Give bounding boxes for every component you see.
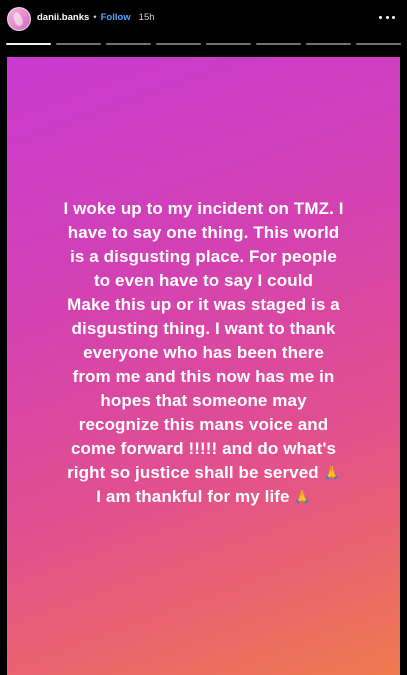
story-line: I am thankful for my life <box>96 487 290 506</box>
progress-segment <box>206 43 251 45</box>
username[interactable]: danii.banks <box>37 12 89 23</box>
more-icon[interactable] <box>379 11 395 23</box>
progress-segment <box>156 43 201 45</box>
separator-dot: • <box>93 12 97 23</box>
story-meta: danii.banks • Follow 15h <box>37 12 155 23</box>
story-line: come forward !!!!! and do what's <box>70 439 337 458</box>
story-viewer: danii.banks • Follow 15h I woke up to my… <box>0 0 407 675</box>
progress-segment <box>306 43 351 45</box>
story-progress <box>6 43 401 46</box>
folded-hands-icon: 🙏 <box>294 489 311 504</box>
avatar[interactable] <box>7 7 31 31</box>
progress-segment <box>356 43 401 45</box>
story-line: to even have to say I could <box>93 271 314 290</box>
progress-segment <box>56 43 101 45</box>
progress-segment <box>6 43 51 45</box>
progress-segment <box>106 43 151 45</box>
folded-hands-icon: 🙏 <box>323 465 340 480</box>
story-line: is a disgusting place. For people <box>70 247 337 266</box>
follow-button[interactable]: Follow <box>101 12 131 23</box>
story-line: I woke up to my incident on TMZ. I <box>63 199 344 218</box>
progress-segment <box>256 43 301 45</box>
story-line-with-emoji: right so justice shall be served 🙏 <box>24 461 383 485</box>
story-line-with-emoji: I am thankful for my life 🙏 <box>24 485 383 509</box>
story-line: right so justice shall be served <box>67 463 319 482</box>
story-line: hopes that someone may <box>100 391 307 410</box>
story-header: danii.banks • Follow 15h <box>0 0 407 57</box>
story-line: recognize this mans voice and <box>78 415 329 434</box>
story-text: I woke up to my incident on TMZ. I have … <box>24 197 383 509</box>
story-line: everyone who has been there <box>83 343 324 362</box>
timestamp: 15h <box>138 12 155 23</box>
story-line: disgusting thing. I want to thank <box>71 319 336 338</box>
story-line: Make this up or it was staged is a <box>67 295 340 314</box>
story-line: from me and this now has me in <box>72 367 335 386</box>
story-line: have to say one thing. This world <box>67 223 340 242</box>
